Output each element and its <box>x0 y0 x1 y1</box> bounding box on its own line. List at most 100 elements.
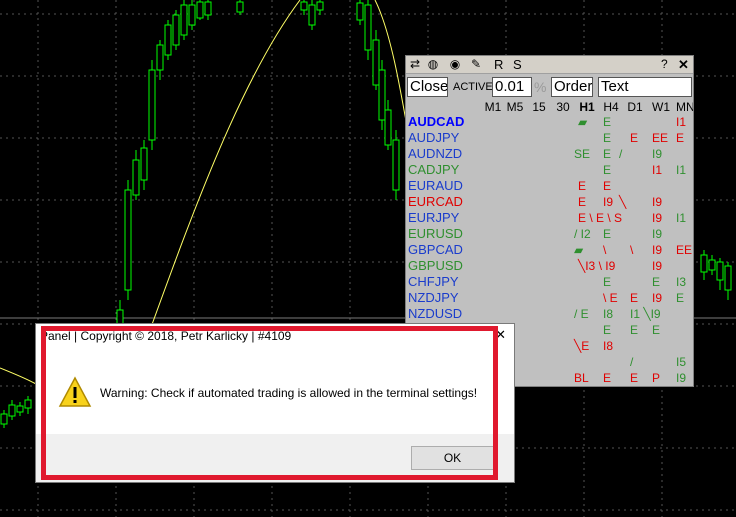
symbol-cadjpy[interactable]: CADJPY <box>408 162 459 178</box>
warning-dialog: Panel | Copyright © 2018, Petr Karlicky … <box>35 323 515 483</box>
signal-cell: E <box>676 131 685 145</box>
candle-body <box>378 69 386 121</box>
signal-cell: \ E <box>603 291 618 305</box>
candle-body <box>724 265 732 291</box>
signal-cell: I9 <box>603 195 614 209</box>
signal-cell: E <box>630 323 639 337</box>
symbol-euraud[interactable]: EURAUD <box>408 178 463 194</box>
warning-icon <box>58 376 92 407</box>
candle-body <box>308 4 316 26</box>
signal-cell: I9 <box>676 371 687 385</box>
signal-cell: I1 <box>676 211 687 225</box>
percent-toggle[interactable]: % <box>534 77 546 97</box>
signal-cell: / E <box>574 307 589 321</box>
candle-body <box>16 405 24 413</box>
signal-cell: E <box>630 291 639 305</box>
symbol-nzdjpy[interactable]: NZDJPY <box>408 290 459 306</box>
signal-cell: E <box>578 195 587 209</box>
panel-title-bar: ⇄ ◍ ◉ ✎ R S ? ✕ <box>406 56 693 74</box>
signal-cell: E <box>603 179 612 193</box>
order-button[interactable]: Order <box>551 77 593 97</box>
symbol-eurjpy[interactable]: EURJPY <box>408 210 459 226</box>
timeframe-w1[interactable]: W1 <box>652 100 670 114</box>
signal-cell: \ <box>630 243 634 257</box>
signal-cell: I9 <box>652 291 663 305</box>
signal-cell: E <box>630 131 639 145</box>
symbol-gbpusd[interactable]: GBPUSD <box>408 258 463 274</box>
signal-cell: / I2 <box>574 227 591 241</box>
signal-cell: I8 <box>603 307 614 321</box>
signal-cell: E <box>652 323 661 337</box>
symbol-audcad[interactable]: AUDCAD <box>408 114 464 130</box>
candle-body <box>140 147 148 181</box>
candle-body <box>356 2 364 21</box>
candle-body <box>156 44 164 71</box>
signal-cell: E <box>603 115 612 129</box>
candle-body <box>124 189 132 291</box>
globe-icon[interactable]: ◍ <box>426 57 440 71</box>
symbol-audjpy[interactable]: AUDJPY <box>408 130 459 146</box>
help-button[interactable]: ? <box>661 56 668 73</box>
timeframe-15[interactable]: 15 <box>530 100 548 114</box>
symbol-nzdusd[interactable]: NZDUSD <box>408 306 462 322</box>
r-button[interactable]: R <box>494 56 503 73</box>
s-button[interactable]: S <box>513 56 522 73</box>
candle-body <box>188 4 196 26</box>
signal-cell: ╲ <box>619 195 627 209</box>
timeframe-30[interactable]: 30 <box>554 100 572 114</box>
symbol-eurcad[interactable]: EURCAD <box>408 194 463 210</box>
signal-cell: E <box>603 371 612 385</box>
signal-cell: ╲E <box>574 339 590 353</box>
timeframe-h1[interactable]: H1 <box>578 100 596 114</box>
panel-menu-icon[interactable]: ⇄ <box>408 57 422 71</box>
candle-body <box>180 4 188 36</box>
active-label: ACTIVE <box>453 81 493 93</box>
signal-cell: P <box>652 371 661 385</box>
signal-cell: ▰ <box>574 243 584 257</box>
symbol-gbpcad[interactable]: GBPCAD <box>408 242 463 258</box>
signal-cell: I9 <box>652 147 663 161</box>
pen-icon[interactable]: ✎ <box>469 57 483 71</box>
signal-cell: ╲I3 \ I9 <box>578 259 616 273</box>
panel-close-button[interactable]: ✕ <box>678 56 689 73</box>
eye-icon[interactable]: ◉ <box>448 57 462 71</box>
lot-input[interactable]: 0.01 <box>492 77 532 97</box>
signal-cell: I9 <box>652 259 663 273</box>
signal-cell: E <box>603 147 612 161</box>
signal-cell: E \ E \ S <box>578 211 623 225</box>
signal-cell: I9 <box>652 211 663 225</box>
close-button[interactable]: Close <box>407 77 448 97</box>
timeframe-h4[interactable]: H4 <box>602 100 620 114</box>
signal-cell: ▰ <box>578 115 588 129</box>
candle-body <box>716 261 724 281</box>
signal-cell: E <box>676 291 685 305</box>
symbol-audnzd[interactable]: AUDNZD <box>408 146 462 162</box>
signal-cell: SE <box>574 147 591 161</box>
symbol-chfjpy[interactable]: CHFJPY <box>408 274 459 290</box>
signal-cell: I1 <box>676 115 687 129</box>
candle-body <box>0 413 8 425</box>
signal-cell: EE <box>652 131 669 145</box>
text-input[interactable]: Text <box>598 77 692 97</box>
ok-button[interactable]: OK <box>411 446 494 470</box>
candle-body <box>316 1 324 11</box>
candle-body <box>164 24 172 56</box>
signal-cell: E <box>652 275 661 289</box>
signal-cell: I1 <box>676 163 687 177</box>
timeframe-m1[interactable]: M1 <box>484 100 502 114</box>
timeframe-mn[interactable]: MN <box>676 100 693 114</box>
candle-body <box>196 1 204 19</box>
signal-cell: E <box>630 371 639 385</box>
timeframe-d1[interactable]: D1 <box>626 100 644 114</box>
signal-cell: I9 <box>652 195 663 209</box>
signal-cell: BL <box>574 371 589 385</box>
signal-cell: E <box>603 275 612 289</box>
signal-cell: E <box>603 227 612 241</box>
dialog-close-button[interactable]: ✕ <box>495 327 506 343</box>
signal-cell: E <box>603 131 612 145</box>
candle-body <box>300 1 308 11</box>
signal-cell: / <box>619 147 623 161</box>
symbol-eurusd[interactable]: EURUSD <box>408 226 463 242</box>
timeframe-m5[interactable]: M5 <box>506 100 524 114</box>
candle-body <box>204 1 212 16</box>
